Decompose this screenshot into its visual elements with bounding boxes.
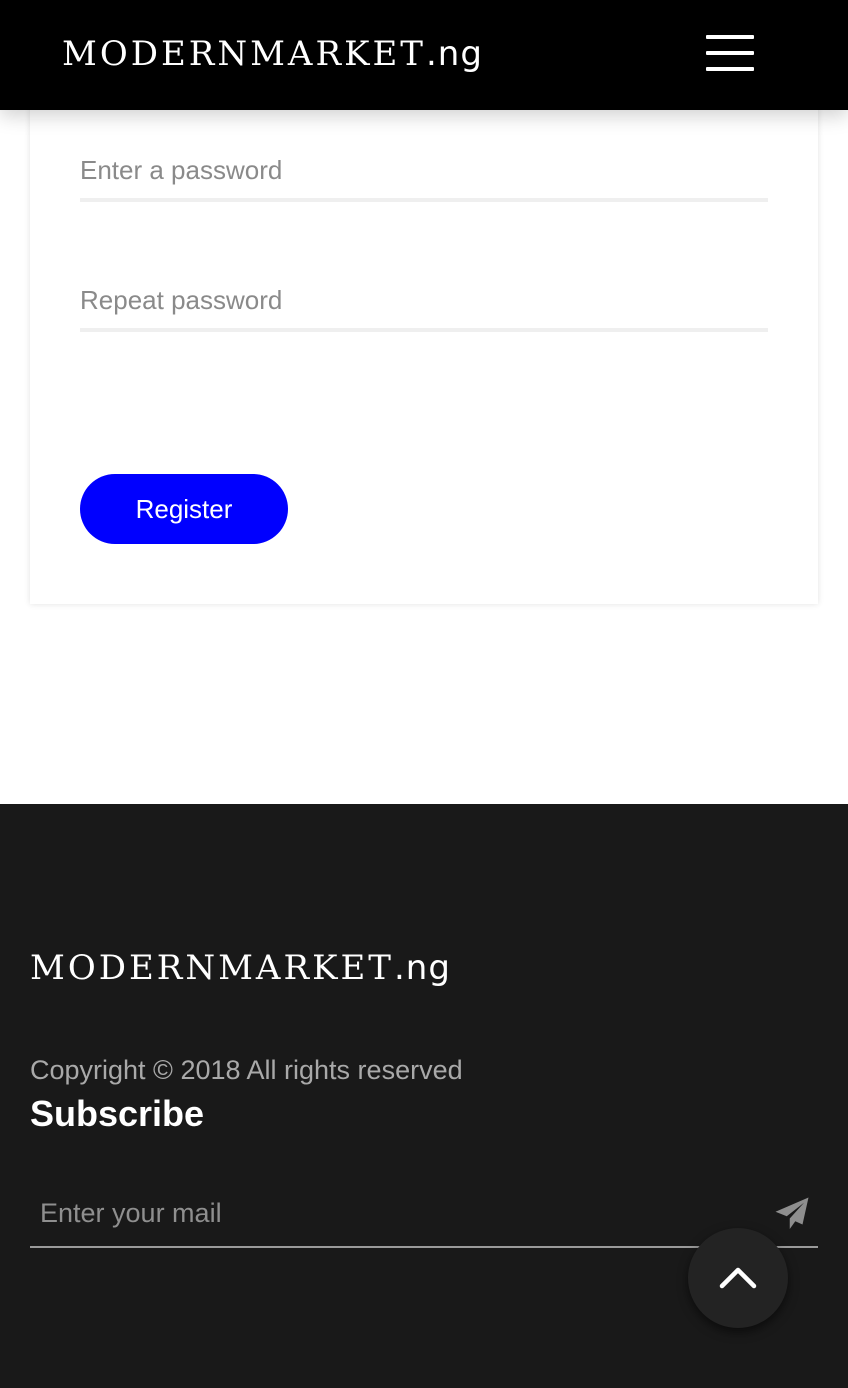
email-field[interactable]	[40, 1188, 740, 1238]
chevron-up-icon	[719, 1267, 757, 1289]
site-footer: MODERNMARKET.ng Copyright © 2018 All rig…	[0, 804, 848, 1388]
site-header: MODERNMARKET.ng	[0, 0, 848, 110]
subscribe-form	[30, 1182, 818, 1248]
menu-bar	[706, 67, 754, 71]
register-button[interactable]: Register	[80, 474, 288, 544]
paper-plane-icon[interactable]	[774, 1196, 814, 1236]
send-icon-graphic	[775, 1197, 809, 1229]
repeat-password-field[interactable]	[80, 272, 768, 332]
footer-logo-suffix: .ng	[393, 948, 451, 988]
register-form-card: Register	[30, 100, 818, 604]
menu-bar	[706, 51, 754, 55]
footer-logo-text: MODERNMARKET	[30, 948, 394, 988]
logo-suffix: .ng	[425, 34, 483, 74]
scroll-to-top-button[interactable]	[688, 1228, 788, 1328]
menu-bar	[706, 35, 754, 39]
password-field[interactable]	[80, 142, 768, 202]
subscribe-heading: Subscribe	[30, 1093, 205, 1134]
site-logo[interactable]: MODERNMARKET.ng	[62, 34, 483, 74]
logo-text: MODERNMARKET	[62, 34, 426, 74]
hamburger-menu-icon[interactable]	[700, 30, 760, 78]
footer-logo[interactable]: MODERNMARKET.ng	[30, 948, 451, 988]
copyright-text: Copyright © 2018 All rights reserved	[30, 1055, 463, 1085]
